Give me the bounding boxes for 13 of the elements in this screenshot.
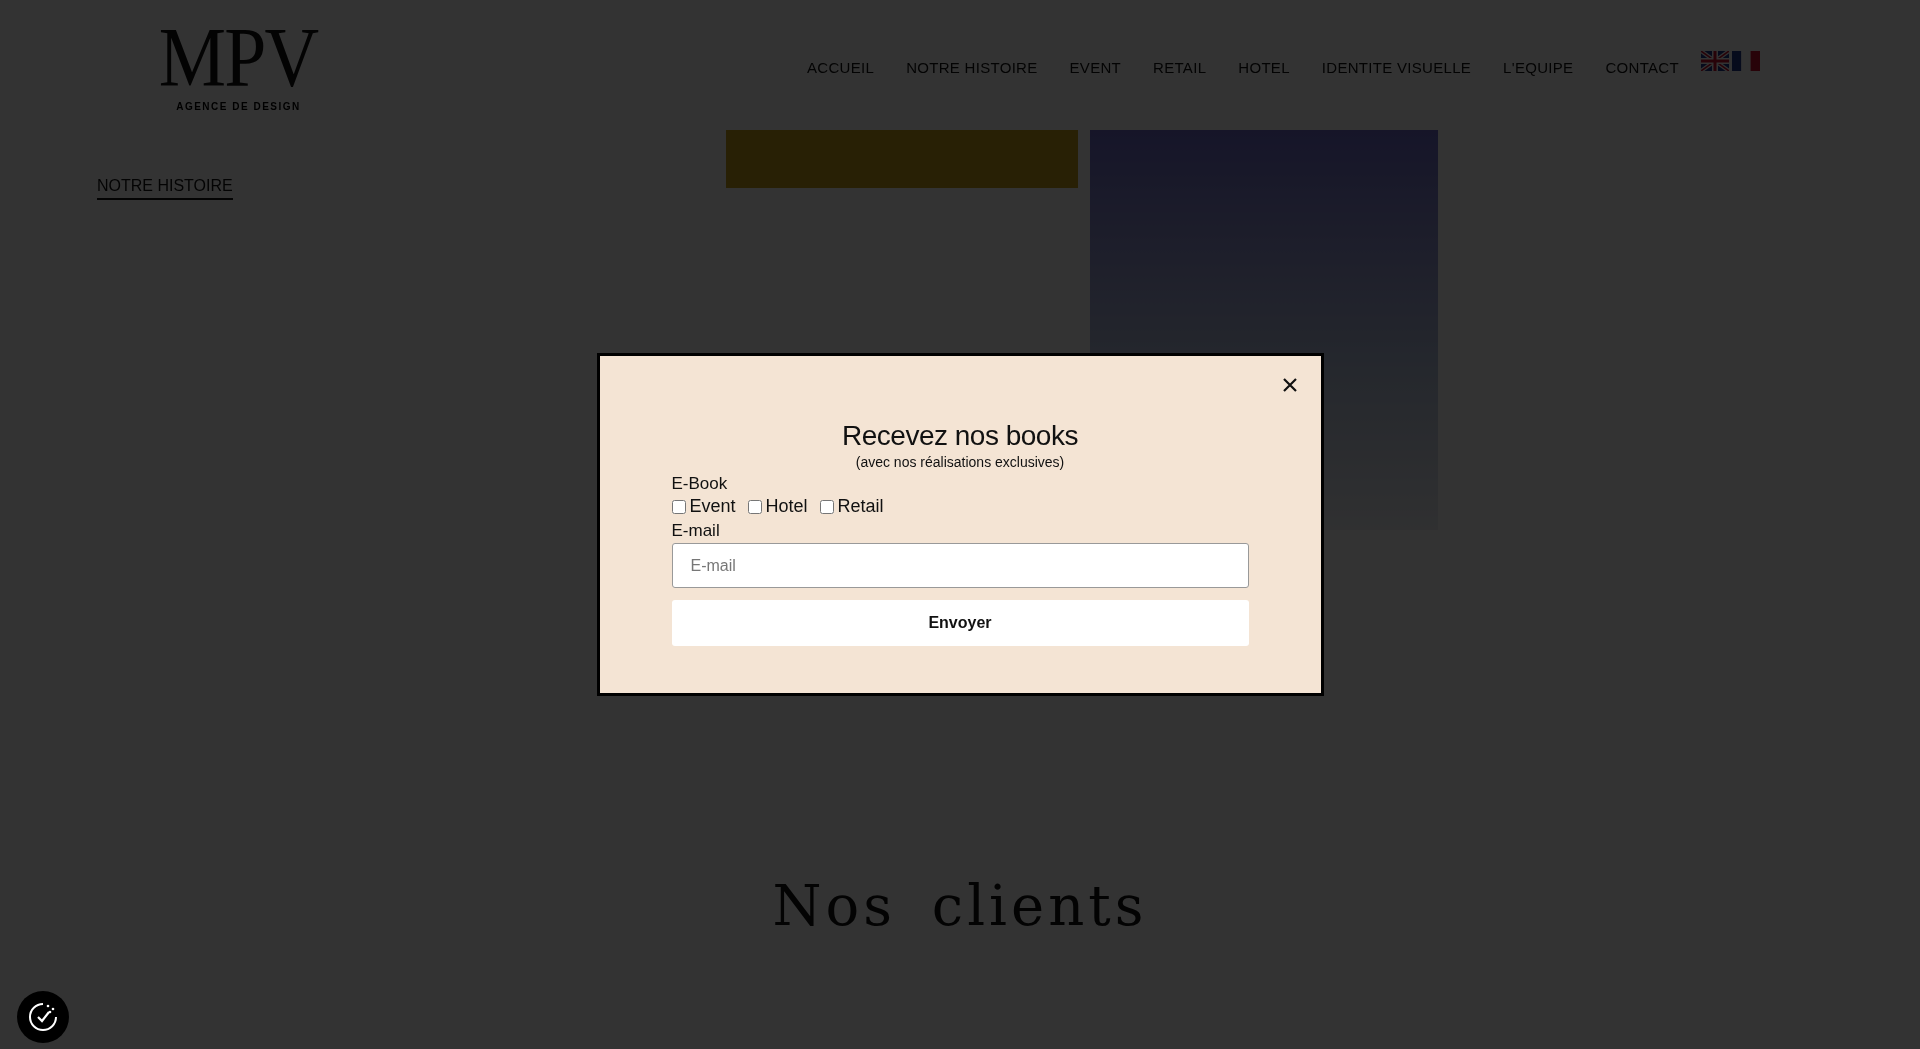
dialog-title: Recevez nos books — [841, 420, 1079, 452]
field-label: E-mail — [671, 521, 721, 541]
submit-button[interactable]: Envoyer — [671, 600, 1249, 646]
checkbox[interactable] — [747, 499, 762, 514]
checkbox[interactable] — [819, 499, 834, 514]
email-field[interactable]: E-mail — [671, 543, 1249, 588]
dialog-subtitle: (avec nos réalisations exclusives) — [854, 454, 1066, 470]
checkbox-label: Retail — [837, 496, 884, 517]
checkbox-label: Hotel — [765, 496, 808, 517]
checkbox-label: Event — [689, 496, 736, 517]
field-label: E-Book — [671, 474, 729, 494]
checkbox[interactable] — [671, 499, 686, 514]
close-icon[interactable] — [1280, 376, 1299, 394]
